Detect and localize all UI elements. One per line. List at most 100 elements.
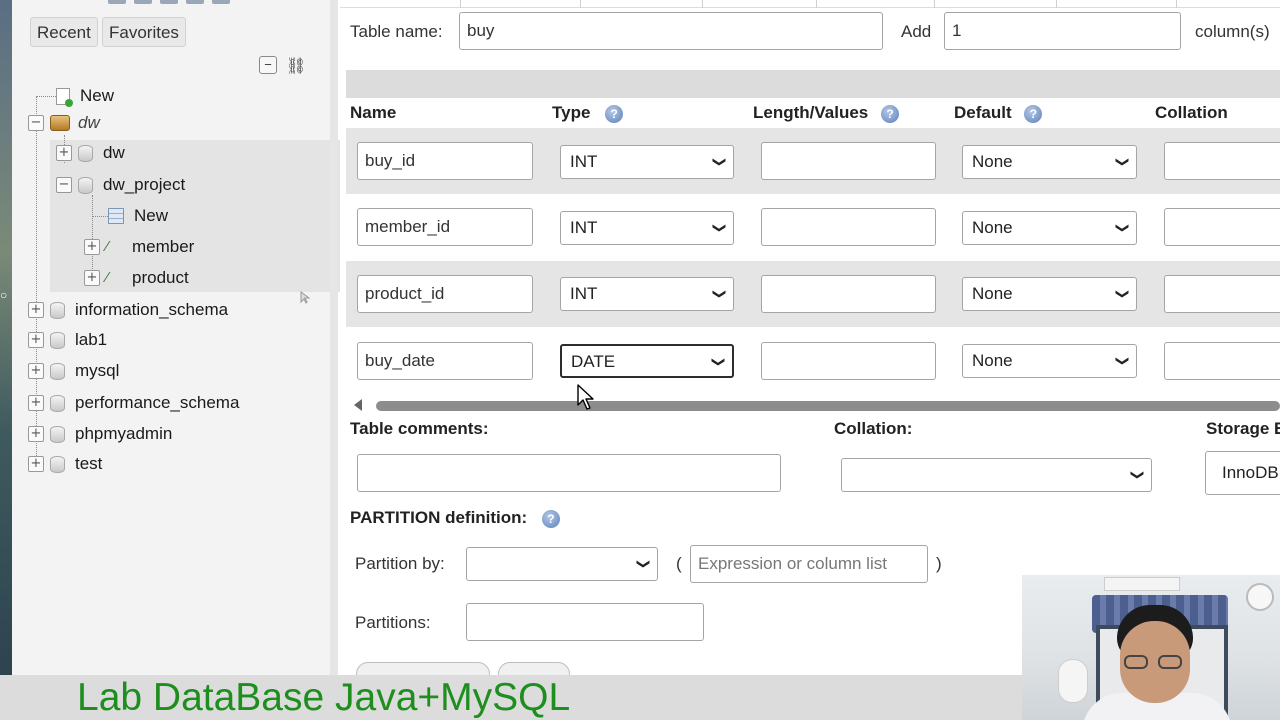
help-icon[interactable]: ? (541, 509, 560, 528)
sidebar-scrollbar[interactable] (330, 0, 338, 675)
column-name-input[interactable]: buy_date (357, 342, 533, 380)
tree-item-label: dw_project (103, 175, 186, 194)
link-icon[interactable]: ⛓ (286, 56, 306, 76)
tree-item-label: mysql (75, 361, 120, 380)
new-icon (56, 87, 73, 107)
logout-icon[interactable] (134, 0, 152, 4)
tree-item-mysql[interactable]: + mysql (28, 358, 119, 384)
tree-item-new-table[interactable]: New (108, 203, 168, 229)
help-icon[interactable]: ? (880, 104, 899, 123)
column-name-input[interactable]: member_id (357, 208, 533, 246)
column-default-select[interactable]: None ❯ (962, 277, 1137, 311)
table-name-input[interactable]: buy (459, 12, 883, 50)
expand-icon[interactable]: + (56, 145, 72, 161)
recent-tab[interactable]: Recent (30, 17, 98, 47)
column-default-select[interactable]: None ❯ (962, 344, 1137, 378)
partitions-input[interactable] (466, 603, 704, 641)
docs-icon[interactable] (160, 0, 178, 4)
collation-label: Collation: (834, 419, 913, 438)
storage-engine-label: Storage E (1206, 419, 1280, 438)
help-icon[interactable]: ? (1024, 104, 1043, 123)
chevron-down-icon: ❯ (1115, 288, 1131, 300)
add-columns-input[interactable]: 1 (944, 12, 1181, 50)
tree-item-label: member (132, 237, 195, 256)
chevron-down-icon: ❯ (1115, 156, 1131, 168)
column-header-type: Type ? (552, 103, 624, 123)
expand-icon[interactable]: + (28, 332, 44, 348)
favorites-tab[interactable]: Favorites (102, 17, 186, 47)
glasses-lens (1158, 655, 1182, 669)
expand-icon[interactable]: + (84, 270, 100, 286)
column-length-input[interactable] (761, 142, 936, 180)
tree-item-dw-project[interactable]: − dw_project (56, 172, 185, 198)
column-collation-select[interactable] (1164, 208, 1280, 246)
tree-item-member[interactable]: + ⁄ member (84, 234, 194, 260)
expand-icon[interactable]: + (28, 395, 44, 411)
settings-icon[interactable] (186, 0, 204, 4)
tree-item-label: lab1 (75, 330, 108, 349)
column-type-select[interactable]: INT ❯ (560, 145, 734, 179)
home-icon[interactable] (108, 0, 126, 4)
collapse-icon[interactable]: − (56, 177, 72, 193)
column-type-select[interactable]: DATE ❯ (560, 344, 734, 378)
tree-item-label: dw (103, 143, 125, 162)
webcam-overlay (1022, 575, 1280, 720)
tree-item-lab1[interactable]: + lab1 (28, 327, 107, 353)
column-length-input[interactable] (761, 342, 936, 380)
select-value: None (972, 218, 1013, 237)
tree-item-phpmyadmin[interactable]: + phpmyadmin (28, 421, 172, 447)
table-icon: ⁄ (106, 238, 109, 255)
column-length-input[interactable] (761, 208, 936, 246)
database-icon (78, 144, 93, 162)
horizontal-scrollbar[interactable] (354, 398, 1280, 412)
column-default-select[interactable]: None ❯ (962, 145, 1137, 179)
database-icon (78, 176, 93, 194)
select-value: None (972, 284, 1013, 303)
column-type-select[interactable]: INT ❯ (560, 277, 734, 311)
column-collation-select[interactable] (1164, 142, 1280, 180)
chevron-down-icon: ❯ (1130, 469, 1146, 481)
storage-engine-select[interactable]: InnoDB (1205, 451, 1280, 495)
tree-item-dw-group[interactable]: − dw (28, 110, 100, 136)
expand-icon[interactable]: + (28, 302, 44, 318)
tree-item-product[interactable]: + ⁄ product (84, 265, 189, 291)
tree-item-test[interactable]: + test (28, 451, 102, 477)
collapse-icon[interactable]: − (28, 115, 44, 131)
help-icon[interactable]: ? (605, 104, 624, 123)
column-collation-select[interactable] (1164, 342, 1280, 380)
column-name-input[interactable]: product_id (357, 275, 533, 313)
expand-icon[interactable]: + (84, 239, 100, 255)
column-default-select[interactable]: None ❯ (962, 211, 1137, 245)
partition-by-select[interactable]: ❯ (466, 547, 658, 581)
column-collation-select[interactable] (1164, 275, 1280, 313)
banner-text: Lab DataBase Java+MySQL (77, 676, 571, 719)
tree-item-dw[interactable]: + dw (56, 140, 125, 166)
expand-icon[interactable]: + (28, 456, 44, 472)
create-table-form: Table name: buy Add 1 column(s) Name Typ… (340, 0, 1280, 686)
tree-item-label: product (132, 268, 189, 287)
collapse-all-icon[interactable]: − (259, 56, 277, 74)
table-collation-select[interactable]: ❯ (841, 458, 1152, 492)
tree-item-label: dw (78, 113, 100, 132)
column-name-input[interactable]: buy_id (357, 142, 533, 180)
new-table-icon (108, 208, 124, 224)
expand-icon[interactable]: + (28, 363, 44, 379)
partition-definition-label: PARTITION definition: ? (350, 508, 560, 528)
tree-item-label: New (134, 206, 169, 225)
tree-item-information-schema[interactable]: + information_schema (28, 297, 228, 323)
header-label: Type (552, 103, 591, 122)
reload-icon[interactable] (212, 0, 230, 4)
database-icon (50, 455, 65, 473)
scrollbar-thumb[interactable] (376, 401, 1280, 411)
tree-item-performance-schema[interactable]: + performance_schema (28, 390, 239, 416)
select-value: None (972, 351, 1013, 370)
column-type-select[interactable]: INT ❯ (560, 211, 734, 245)
tree-item-label: New (80, 86, 115, 105)
table-comments-input[interactable] (357, 454, 781, 492)
expand-icon[interactable]: + (28, 426, 44, 442)
tree-item-new-database[interactable]: New (56, 83, 114, 109)
scroll-left-icon[interactable] (354, 399, 362, 411)
column-length-input[interactable] (761, 275, 936, 313)
partition-expression-input[interactable]: Expression or column list (690, 545, 928, 583)
secondary-cursor-icon (300, 291, 310, 304)
